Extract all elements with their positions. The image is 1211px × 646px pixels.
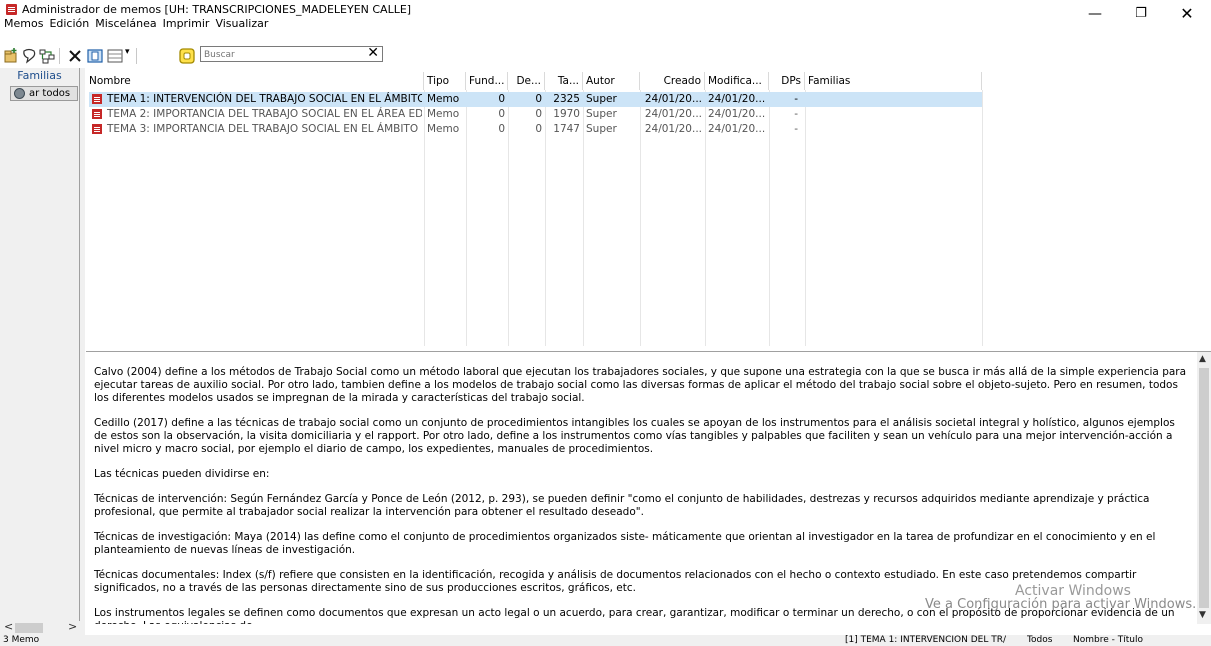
menu-bar: Memos Edición Miscelánea Imprimir Visualizar [0, 16, 700, 32]
memo-grid: Nombre Tipo Fund... De... Ta... Autor Cr… [86, 72, 1211, 346]
show-all-families-button[interactable]: ar todos [10, 86, 78, 101]
cell-ta: 1970 [553, 108, 580, 120]
cell-ta: 1747 [553, 123, 580, 135]
table-row[interactable]: TEMA 2: IMPORTANCIA DEL TRABAJO SOCIAL E… [86, 107, 1211, 122]
cell-de: 0 [535, 93, 542, 105]
scroll-left-icon[interactable]: < [4, 620, 13, 633]
status-filter: Todos [1027, 635, 1053, 645]
col-familias[interactable]: Familias [805, 72, 982, 90]
col-densidad[interactable]: De... [508, 72, 545, 90]
menu-edicion[interactable]: Edición [46, 16, 92, 32]
app-memo-icon [6, 4, 17, 15]
search-clear-icon[interactable]: ✕ [367, 45, 379, 61]
col-creado[interactable]: Creado [640, 72, 705, 90]
table-row[interactable]: TEMA 3: IMPORTANCIA DEL TRABAJO SOCIAL E… [86, 122, 1211, 137]
cell-autor: Super [586, 108, 617, 120]
cell-modificado: 24/01/20... [708, 93, 766, 105]
cell-fund: 0 [498, 93, 505, 105]
scroll-up-icon[interactable]: ▲ [1199, 354, 1206, 364]
memo-paragraph: Las técnicas pueden dividirse en: [94, 468, 270, 480]
cell-fund: 0 [498, 108, 505, 120]
cell-tipo: Memo [427, 108, 460, 120]
status-bar: 3 Memo [1] TEMA 1: INTERVENCIÓN DEL TR/ … [0, 635, 1211, 646]
scroll-thumb[interactable] [15, 623, 43, 633]
memo-icon [92, 94, 102, 104]
toolbar-separator [136, 48, 137, 64]
cell-nombre: TEMA 3: IMPORTANCIA DEL TRABAJO SOCIAL E… [107, 123, 422, 135]
status-current-memo: [1] TEMA 1: INTERVENCIÓN DEL TR/ [845, 635, 1006, 645]
cell-creado: 24/01/20... [644, 108, 702, 120]
split-view-icon[interactable] [86, 47, 104, 65]
show-all-label: ar todos [29, 88, 71, 99]
filter-icon[interactable] [178, 47, 196, 65]
cell-tipo: Memo [427, 93, 460, 105]
table-row[interactable]: TEMA 1: INTERVENCIÓN DEL TRABAJO SOCIAL … [86, 92, 1211, 107]
family-icon [14, 88, 25, 99]
status-sort: Nombre - Título [1073, 635, 1143, 645]
search-box[interactable]: ✕ [200, 45, 383, 62]
cell-modificado: 24/01/20... [708, 123, 766, 135]
grid-header: Nombre Tipo Fund... De... Ta... Autor Cr… [86, 72, 1211, 90]
families-panel: Familias ar todos < > [0, 68, 80, 635]
col-tamano[interactable]: Ta... [545, 72, 583, 90]
cell-autor: Super [586, 93, 617, 105]
col-dps[interactable]: DPs [769, 72, 805, 90]
new-memo-icon[interactable] [2, 47, 20, 65]
delete-icon[interactable] [66, 47, 84, 65]
menu-memos[interactable]: Memos [0, 16, 46, 32]
cell-ta: 2325 [553, 93, 580, 105]
memo-paragraph: Técnicas de intervención: Según Fernánde… [94, 493, 1150, 518]
cell-de: 0 [535, 108, 542, 120]
cell-creado: 24/01/20... [644, 123, 702, 135]
memo-paragraph: Técnicas de investigación: Maya (2014) l… [94, 531, 1156, 556]
cell-dps: - [794, 123, 798, 135]
cell-familias [805, 122, 982, 137]
col-tipo[interactable]: Tipo [424, 72, 466, 90]
col-fundamentado[interactable]: Fund... [466, 72, 508, 90]
cell-dps: - [794, 93, 798, 105]
cell-familias [805, 107, 982, 122]
memo-paragraph: Calvo (2004) define a los métodos de Tra… [94, 366, 1187, 404]
col-nombre[interactable]: Nombre [86, 72, 424, 90]
toolbar-separator [59, 48, 60, 64]
memo-icon [92, 109, 102, 119]
cell-dps: - [794, 108, 798, 120]
menu-visualizar[interactable]: Visualizar [212, 16, 271, 32]
scroll-right-icon[interactable]: > [68, 620, 77, 633]
maximize-button[interactable]: ❐ [1118, 0, 1164, 30]
scroll-thumb[interactable] [1199, 368, 1209, 608]
view-dropdown-chevron-icon[interactable]: ▾ [125, 47, 130, 57]
cell-tipo: Memo [427, 123, 460, 135]
scroll-down-icon[interactable]: ▼ [1199, 610, 1206, 620]
cell-de: 0 [535, 123, 542, 135]
window-title: Administrador de memos [UH: TRANSCRIPCIO… [22, 3, 412, 16]
families-header: Familias [17, 69, 62, 82]
memo-icon [92, 124, 102, 134]
cell-modificado: 24/01/20... [708, 108, 766, 120]
families-horizontal-scrollbar[interactable]: < > [0, 620, 80, 635]
network-icon[interactable] [38, 47, 56, 65]
cell-creado: 24/01/20... [644, 93, 702, 105]
memo-paragraph: Cedillo (2017) define a las técnicas de … [94, 417, 1175, 455]
col-modificado[interactable]: Modifica... [705, 72, 769, 90]
menu-miscelanea[interactable]: Miscelánea [92, 16, 159, 32]
menu-imprimir[interactable]: Imprimir [160, 16, 213, 32]
search-input[interactable] [201, 48, 361, 62]
cell-familias [805, 92, 982, 107]
text-vertical-scrollbar[interactable]: ▲ ▼ [1197, 352, 1211, 624]
comment-icon[interactable] [20, 47, 38, 65]
col-autor[interactable]: Autor [583, 72, 640, 90]
minimize-button[interactable]: — [1072, 0, 1118, 30]
status-count: 3 Memo [3, 635, 40, 645]
cell-fund: 0 [498, 123, 505, 135]
cell-nombre: TEMA 2: IMPORTANCIA DEL TRABAJO SOCIAL E… [107, 108, 422, 120]
close-button[interactable]: ✕ [1164, 0, 1210, 30]
cell-nombre: TEMA 1: INTERVENCIÓN DEL TRABAJO SOCIAL … [107, 93, 422, 105]
activation-watermark: Ve a Configuración para activar Windows. [925, 597, 1197, 612]
view-options-icon[interactable] [106, 47, 124, 65]
cell-autor: Super [586, 123, 617, 135]
panel-splitter[interactable] [80, 68, 85, 635]
